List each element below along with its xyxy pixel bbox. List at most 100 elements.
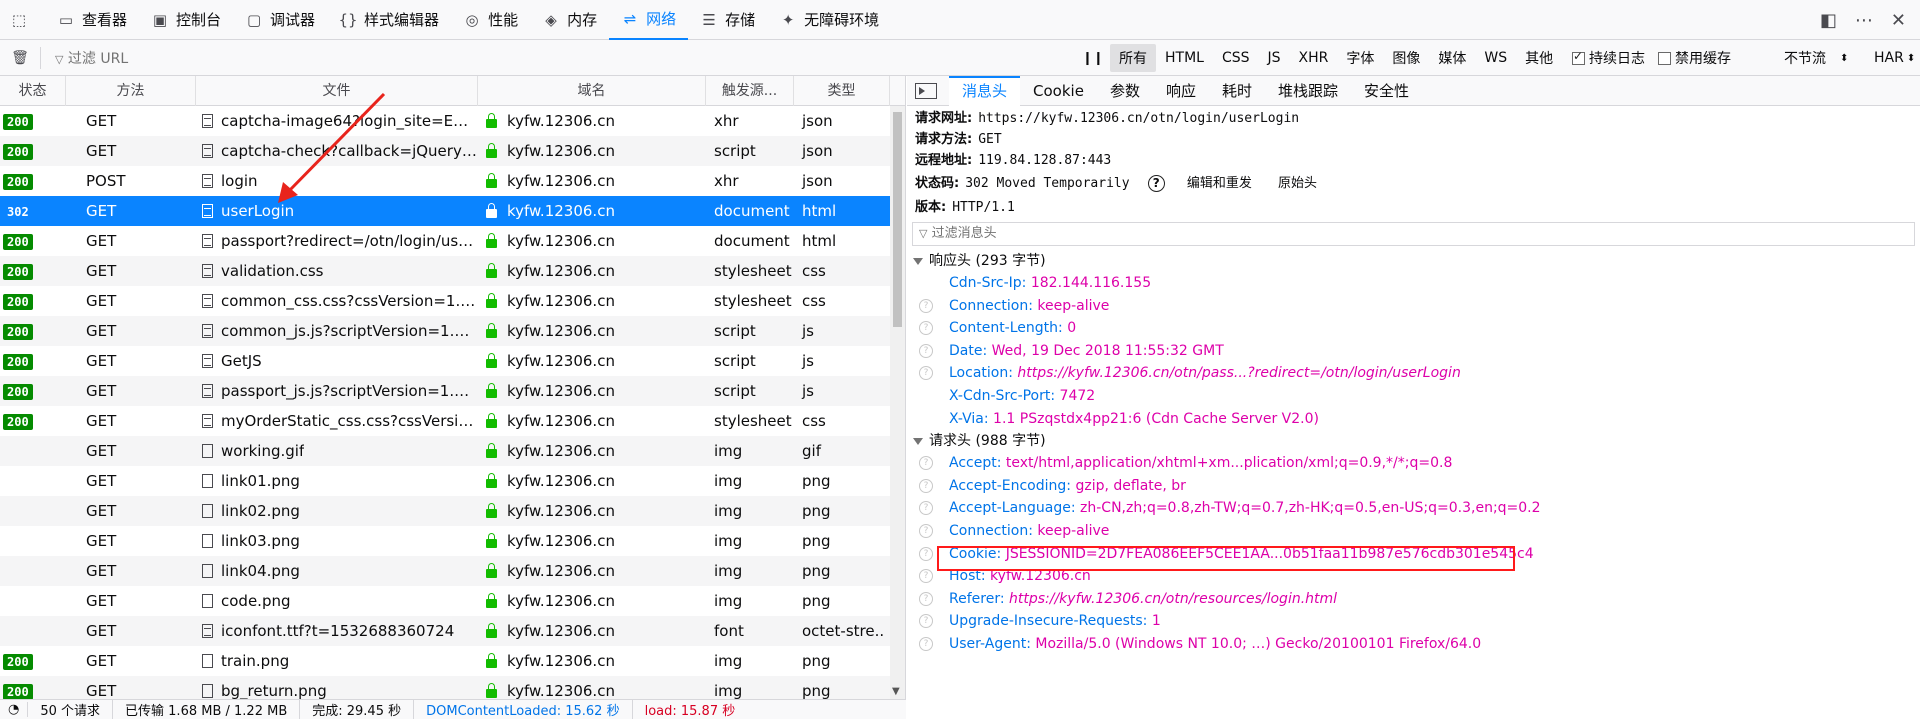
help-icon[interactable]: ? <box>1147 175 1165 192</box>
persist-log-check[interactable] <box>1572 49 1585 65</box>
type-filter-button[interactable]: WS <box>1475 46 1516 70</box>
column-cause[interactable]: 触发源... <box>706 76 794 106</box>
filter-url-input[interactable]: ▽ 过滤 URL <box>55 48 1055 68</box>
tool-tab-accessibility[interactable]: ✦ 无障碍环境 <box>767 0 891 40</box>
table-row[interactable]: 200 GET GetJS kyfw.12306.cn script js <box>0 346 905 376</box>
type-filter-button[interactable]: CSS <box>1213 46 1259 70</box>
table-row[interactable]: GET iconfont.ttf?t=1532688360724 kyfw.1230… <box>0 616 905 646</box>
header-row[interactable]: ? User-Agent: Mozilla/5.0 (Windows NT 10.… <box>907 633 1920 656</box>
clear-requests-button[interactable]: 🗑 <box>0 50 40 66</box>
scroll-down-icon[interactable]: ▼ <box>892 686 900 697</box>
header-row[interactable]: ? Connection: keep-alive <box>907 520 1920 543</box>
har-menu[interactable]: HAR ⬍ <box>1874 40 1915 76</box>
header-row[interactable]: ? Accept-Language: zh-CN,zh;q=0.8,zh-TW;q… <box>907 497 1920 520</box>
table-row[interactable]: 200 GET bg_return.png kyfw.12306.cn img png <box>0 676 905 699</box>
table-row[interactable]: 200 POST login kyfw.12306.cn xhr json <box>0 166 905 196</box>
help-icon[interactable]: ? <box>919 523 933 538</box>
column-status[interactable]: 状态 <box>0 76 66 106</box>
type-filter-button[interactable]: 所有 <box>1110 44 1156 72</box>
persist-log-checkbox[interactable]: 持续日志 <box>1572 40 1645 76</box>
type-filter-button[interactable]: 其他 <box>1516 44 1562 72</box>
details-tab[interactable]: 参数 <box>1097 76 1153 106</box>
header-filter-input[interactable]: ▽ 过滤消息头 <box>912 222 1915 246</box>
pause-button[interactable]: ❙❙ <box>1082 40 1104 76</box>
tool-tab-storage[interactable]: ☰ 存储 <box>688 0 767 40</box>
header-row[interactable]: X-Via: 1.1 PSzqstdx4pp21:6 (Cdn Cache Se… <box>907 408 1920 431</box>
request-list-scrollbar[interactable]: ▼ <box>890 106 905 699</box>
type-filter-button[interactable]: 字体 <box>1337 44 1383 72</box>
header-row[interactable]: ? Date: Wed, 19 Dec 2018 11:55:32 GMT <box>907 340 1920 363</box>
header-row[interactable]: ? Accept: text/html,application/xhtml+xm.… <box>907 452 1920 475</box>
help-icon[interactable]: ? <box>919 569 933 584</box>
column-method[interactable]: 方法 <box>66 76 196 106</box>
tool-tab-debugger[interactable]: ▢ 调试器 <box>233 0 327 40</box>
help-icon[interactable]: ? <box>919 636 933 651</box>
details-tab[interactable]: 耗时 <box>1209 76 1265 106</box>
header-row[interactable]: ? Connection: keep-alive <box>907 295 1920 318</box>
help-icon[interactable]: ? <box>919 591 933 606</box>
header-row[interactable]: ? Host: kyfw.12306.cn <box>907 565 1920 588</box>
header-row[interactable]: Cdn-Src-Ip: 182.144.116.155 <box>907 272 1920 295</box>
help-icon[interactable]: ? <box>919 501 933 516</box>
throttle-select[interactable]: 不节流 ⬍ <box>1784 40 1848 76</box>
table-row[interactable]: GET link03.png kyfw.12306.cn img png <box>0 526 905 556</box>
details-tab[interactable]: 安全性 <box>1351 76 1422 106</box>
tool-tab-console[interactable]: ▣ 控制台 <box>139 0 233 40</box>
tool-tab-network[interactable]: ⇌ 网络 <box>609 0 689 40</box>
header-row[interactable]: ? Cookie: JSESSIONID=2D7FEA086EEF5CEE1AA.… <box>907 543 1920 566</box>
column-type[interactable]: 类型 <box>794 76 890 106</box>
tool-tab-memory[interactable]: ◈ 内存 <box>530 0 609 40</box>
table-row[interactable]: 302 GET userLogin kyfw.12306.cn document html <box>0 196 905 226</box>
details-tab[interactable]: 响应 <box>1153 76 1209 106</box>
type-filter-button[interactable]: 媒体 <box>1429 44 1475 72</box>
table-row[interactable]: 200 GET myOrderStatic_css.css?cssVersion=1… <box>0 406 905 436</box>
table-row[interactable]: 200 GET captcha-image64?login_site=E&mod..… <box>0 106 905 136</box>
disable-cache-check[interactable] <box>1658 51 1671 65</box>
table-row[interactable]: GET link01.png kyfw.12306.cn img png <box>0 466 905 496</box>
header-row[interactable]: ? Accept-Encoding: gzip, deflate, br <box>907 475 1920 498</box>
request-headers-section[interactable]: 请求头 (988 字节) <box>907 430 1920 452</box>
table-row[interactable]: 200 GET passport_js.js?scriptVersion=1.911… <box>0 376 905 406</box>
close-icon[interactable]: ✕ <box>1891 10 1906 31</box>
more-options-icon[interactable]: ⋯ <box>1855 10 1873 31</box>
table-row[interactable]: 200 GET common_js.js?scriptVersion=1.9111 k… <box>0 316 905 346</box>
type-filter-button[interactable]: 图像 <box>1383 44 1429 72</box>
header-row[interactable]: X-Cdn-Src-Port: 7472 <box>907 385 1920 408</box>
details-tab[interactable]: Cookie <box>1020 76 1097 106</box>
table-row[interactable]: GET code.png kyfw.12306.cn img png <box>0 586 905 616</box>
details-tab[interactable]: 消息头 <box>949 76 1021 106</box>
column-file[interactable]: 文件 <box>196 76 478 106</box>
column-domain[interactable]: 域名 <box>478 76 706 106</box>
table-row[interactable]: GET link04.png kyfw.12306.cn img png <box>0 556 905 586</box>
help-icon[interactable]: ? <box>919 298 933 313</box>
performance-analysis-icon[interactable]: ◔ <box>0 702 29 717</box>
header-row[interactable]: ? Content-Length: 0 <box>907 317 1920 340</box>
help-icon[interactable]: ? <box>919 614 933 629</box>
disable-cache-checkbox[interactable]: 禁用缓存 <box>1658 40 1731 76</box>
edit-resend-button[interactable]: 编辑和重发 <box>1187 176 1252 191</box>
table-row[interactable]: 200 GET validation.css kyfw.12306.cn stylesh… <box>0 256 905 286</box>
table-row[interactable]: GET link02.png kyfw.12306.cn img png <box>0 496 905 526</box>
help-icon[interactable]: ? <box>919 366 933 381</box>
header-row[interactable]: ? Referer: https://kyfw.12306.cn/otn/reso… <box>907 588 1920 611</box>
scrollbar-thumb[interactable] <box>893 112 902 327</box>
help-icon[interactable]: ? <box>919 478 933 493</box>
help-icon[interactable]: ? <box>919 343 933 358</box>
header-row[interactable]: ? Location: https://kyfw.12306.cn/otn/pas… <box>907 362 1920 385</box>
help-icon[interactable]: ? <box>919 321 933 336</box>
toggle-panel-icon[interactable] <box>915 82 937 99</box>
tool-tab-style-editor[interactable]: {} 样式编辑器 <box>327 0 451 40</box>
table-row[interactable]: 200 GET common_css.css?cssVersion=1.9049 ky… <box>0 286 905 316</box>
type-filter-button[interactable]: HTML <box>1156 46 1213 70</box>
type-filter-button[interactable]: JS <box>1259 46 1290 70</box>
dock-side-icon[interactable]: ◧ <box>1820 10 1837 31</box>
response-headers-section[interactable]: 响应头 (293 字节) <box>907 250 1920 272</box>
help-icon[interactable]: ? <box>919 456 933 471</box>
table-row[interactable]: GET working.gif kyfw.12306.cn img gif <box>0 436 905 466</box>
type-filter-button[interactable]: XHR <box>1290 46 1338 70</box>
table-row[interactable]: 200 GET captcha-check?callback=jQuery1910.… <box>0 136 905 166</box>
details-tab[interactable]: 堆栈跟踪 <box>1265 76 1351 106</box>
table-row[interactable]: 200 GET passport?redirect=/otn/login/userL… <box>0 226 905 256</box>
tool-tab-performance[interactable]: ◎ 性能 <box>451 0 530 40</box>
raw-headers-button[interactable]: 原始头 <box>1278 176 1317 191</box>
